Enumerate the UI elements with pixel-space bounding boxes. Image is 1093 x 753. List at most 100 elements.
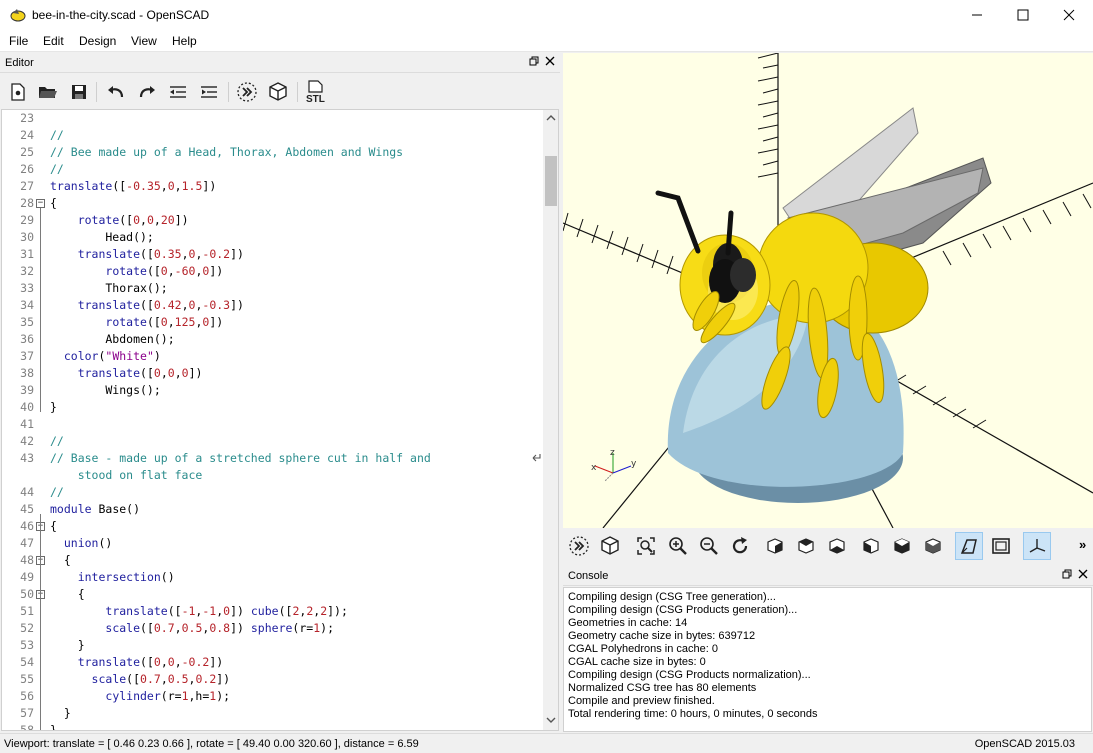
code-line[interactable]: 44 // [2,484,542,501]
orthogonal-icon[interactable] [987,532,1015,560]
undo-icon[interactable] [104,80,128,104]
code-line[interactable]: 34 translate([0.42,0,-0.3]) [2,297,542,314]
code-line[interactable]: 28−{ [2,195,542,212]
code-line[interactable]: stood on flat face [2,467,542,484]
code-line[interactable]: 39 Wings(); [2,382,542,399]
line-number: 24 [20,128,34,142]
code-line[interactable]: 33 Thorax(); [2,280,542,297]
code-editor[interactable]: 23 24 // 25 // Bee made up of a Head, Thorax… [1,109,559,731]
scrollbar-thumb[interactable] [545,156,557,206]
scroll-down-icon[interactable] [546,716,556,724]
indent-icon[interactable] [197,80,221,104]
code-line[interactable]: 46−{ [2,518,542,535]
code-line[interactable]: 54 translate([0,0,-0.2]) [2,654,542,671]
fold-toggle-icon[interactable]: − [36,199,45,208]
code-line[interactable]: 29 rotate([0,0,20]) [2,212,542,229]
save-icon[interactable] [67,80,91,104]
line-number: 36 [20,332,34,346]
code-line[interactable]: 41 [2,416,542,433]
line-number: 52 [20,621,34,635]
code-line[interactable]: 42 // [2,433,542,450]
code-line[interactable]: 31 translate([0.35,0,-0.2]) [2,246,542,263]
code-line[interactable]: 38 translate([0,0,0]) [2,365,542,382]
menu-design[interactable]: Design [79,34,116,48]
menu-file[interactable]: File [9,34,28,48]
code-line[interactable]: 50− { [2,586,542,603]
code-line[interactable]: 43 // Base - made up of a stretched spher… [2,450,542,467]
code-line[interactable]: 27 translate([-0.35,0,1.5]) [2,178,542,195]
console-output[interactable]: Compiling design (CSG Tree generation)..… [563,587,1092,732]
editor-scrollbar[interactable] [543,110,558,730]
preview-icon[interactable] [565,532,593,560]
code-line[interactable]: 53 } [2,637,542,654]
code-line[interactable]: 36 Abdomen(); [2,331,542,348]
code-text: translate([-1,-1,0]) cube([2,2,2]); [105,604,348,618]
code-line[interactable]: 56 cylinder(r=1,h=1); [2,688,542,705]
show-axes-icon[interactable] [1023,532,1051,560]
line-number: 49 [20,570,34,584]
code-line[interactable]: 23 [2,110,542,127]
reset-view-icon[interactable] [726,532,754,560]
view-top-icon[interactable] [792,532,820,560]
float-icon[interactable] [1061,569,1073,581]
code-line[interactable]: 45 module Base() [2,501,542,518]
zoom-out-icon[interactable] [695,532,723,560]
menu-help[interactable]: Help [172,34,197,48]
code-line[interactable]: 47 union() [2,535,542,552]
open-file-icon[interactable] [36,80,60,104]
line-number: 43 [20,451,34,465]
code-line[interactable]: 30 Head(); [2,229,542,246]
render-icon[interactable] [596,532,624,560]
console-line: Compile and preview finished. [568,695,715,707]
view-back-icon[interactable] [919,532,947,560]
render-icon[interactable] [266,80,290,104]
minimize-button[interactable] [954,0,1000,30]
code-line[interactable]: 25 // Bee made up of a Head, Thorax, Abdo… [2,144,542,161]
code-line[interactable]: 37 color("White") [2,348,542,365]
console-title-label: Console [568,570,609,582]
close-button[interactable] [1046,0,1092,30]
zoom-in-icon[interactable] [664,532,692,560]
code-line[interactable]: 32 rotate([0,-60,0]) [2,263,542,280]
view-right-icon[interactable] [761,532,789,560]
code-line[interactable]: 55 scale([0.7,0.5,0.2]) [2,671,542,688]
view-bottom-icon[interactable] [823,532,851,560]
code-line[interactable]: 24 // [2,127,542,144]
code-line[interactable]: 52 scale([0.7,0.5,0.8]) sphere(r=1); [2,620,542,637]
float-icon[interactable] [528,56,540,68]
code-line[interactable]: 40} [2,399,542,416]
code-line[interactable]: 49 intersection() [2,569,542,586]
line-number: 29 [20,213,34,227]
code-line[interactable]: 35 rotate([0,125,0]) [2,314,542,331]
code-text: } [50,400,57,414]
3d-viewport[interactable]: z x y [563,53,1093,528]
perspective-icon[interactable] [955,532,983,560]
editor-title-label: Editor [5,57,34,69]
new-file-icon[interactable] [6,80,30,104]
view-all-icon[interactable] [632,532,660,560]
maximize-button[interactable] [1000,0,1046,30]
menu-view[interactable]: View [131,34,157,48]
preview-icon[interactable] [235,80,259,104]
close-dock-icon[interactable] [544,56,556,68]
code-text: Wings(); [50,383,161,397]
view-left-icon[interactable] [857,532,885,560]
line-number: 35 [20,315,34,329]
unindent-icon[interactable] [166,80,190,104]
code-text: stood on flat face [50,468,203,482]
scroll-up-icon[interactable] [546,114,556,122]
redo-icon[interactable] [135,80,159,104]
code-line[interactable]: 51 translate([-1,-1,0]) cube([2,2,2]); [2,603,542,620]
line-number: 54 [20,655,34,669]
code-line[interactable]: 26 // [2,161,542,178]
close-dock-icon[interactable] [1077,569,1089,581]
code-text: // [50,128,64,142]
toolbar-overflow-button[interactable]: » [1079,537,1086,552]
menu-edit[interactable]: Edit [43,34,64,48]
view-front-icon[interactable] [888,532,916,560]
line-number: 46 [20,519,34,533]
export-stl-icon[interactable]: STL [303,80,327,104]
code-line[interactable]: 58} [2,722,542,730]
code-line[interactable]: 57 } [2,705,542,722]
code-line[interactable]: 48− { [2,552,542,569]
